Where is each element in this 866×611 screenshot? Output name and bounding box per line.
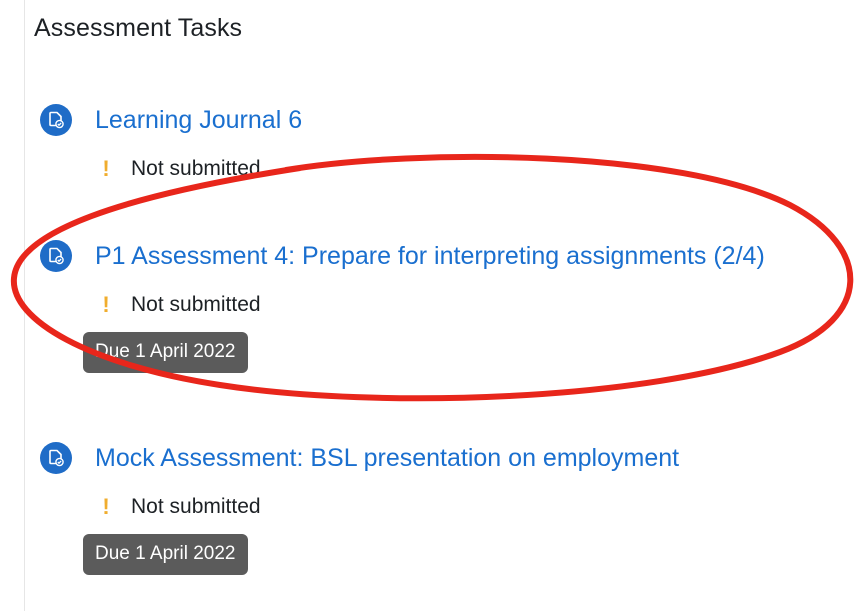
due-date-badge: Due 1 April 2022 <box>83 534 248 575</box>
task-header: Mock Assessment: BSL presentation on emp… <box>40 438 860 478</box>
task-header: Learning Journal 6 <box>40 100 860 140</box>
content-left-border <box>24 0 25 611</box>
exclamation-icon: ! <box>102 292 110 317</box>
assignment-icon <box>40 240 72 272</box>
status-text: Not submitted <box>131 495 261 518</box>
submission-status: ! Not submitted <box>40 154 860 184</box>
submission-status: ! Not submitted <box>40 290 860 320</box>
exclamation-icon: ! <box>102 494 110 519</box>
task-link[interactable]: Mock Assessment: BSL presentation on emp… <box>95 444 679 473</box>
status-text: Not submitted <box>131 293 261 316</box>
assignment-icon <box>40 442 72 474</box>
task-link[interactable]: P1 Assessment 4: Prepare for interpretin… <box>95 242 765 271</box>
assignment-icon <box>40 104 72 136</box>
exclamation-icon: ! <box>102 156 110 181</box>
task-link[interactable]: Learning Journal 6 <box>95 106 302 135</box>
task-header: P1 Assessment 4: Prepare for interpretin… <box>40 236 860 276</box>
submission-status: ! Not submitted <box>40 492 860 522</box>
task-item-learning-journal: Learning Journal 6 ! Not submitted <box>40 100 860 184</box>
task-item-p1-assessment-4: P1 Assessment 4: Prepare for interpretin… <box>40 236 860 373</box>
due-date-badge: Due 1 April 2022 <box>83 332 248 373</box>
status-text: Not submitted <box>131 157 261 180</box>
task-item-mock-assessment: Mock Assessment: BSL presentation on emp… <box>40 438 860 575</box>
section-title: Assessment Tasks <box>34 14 243 42</box>
